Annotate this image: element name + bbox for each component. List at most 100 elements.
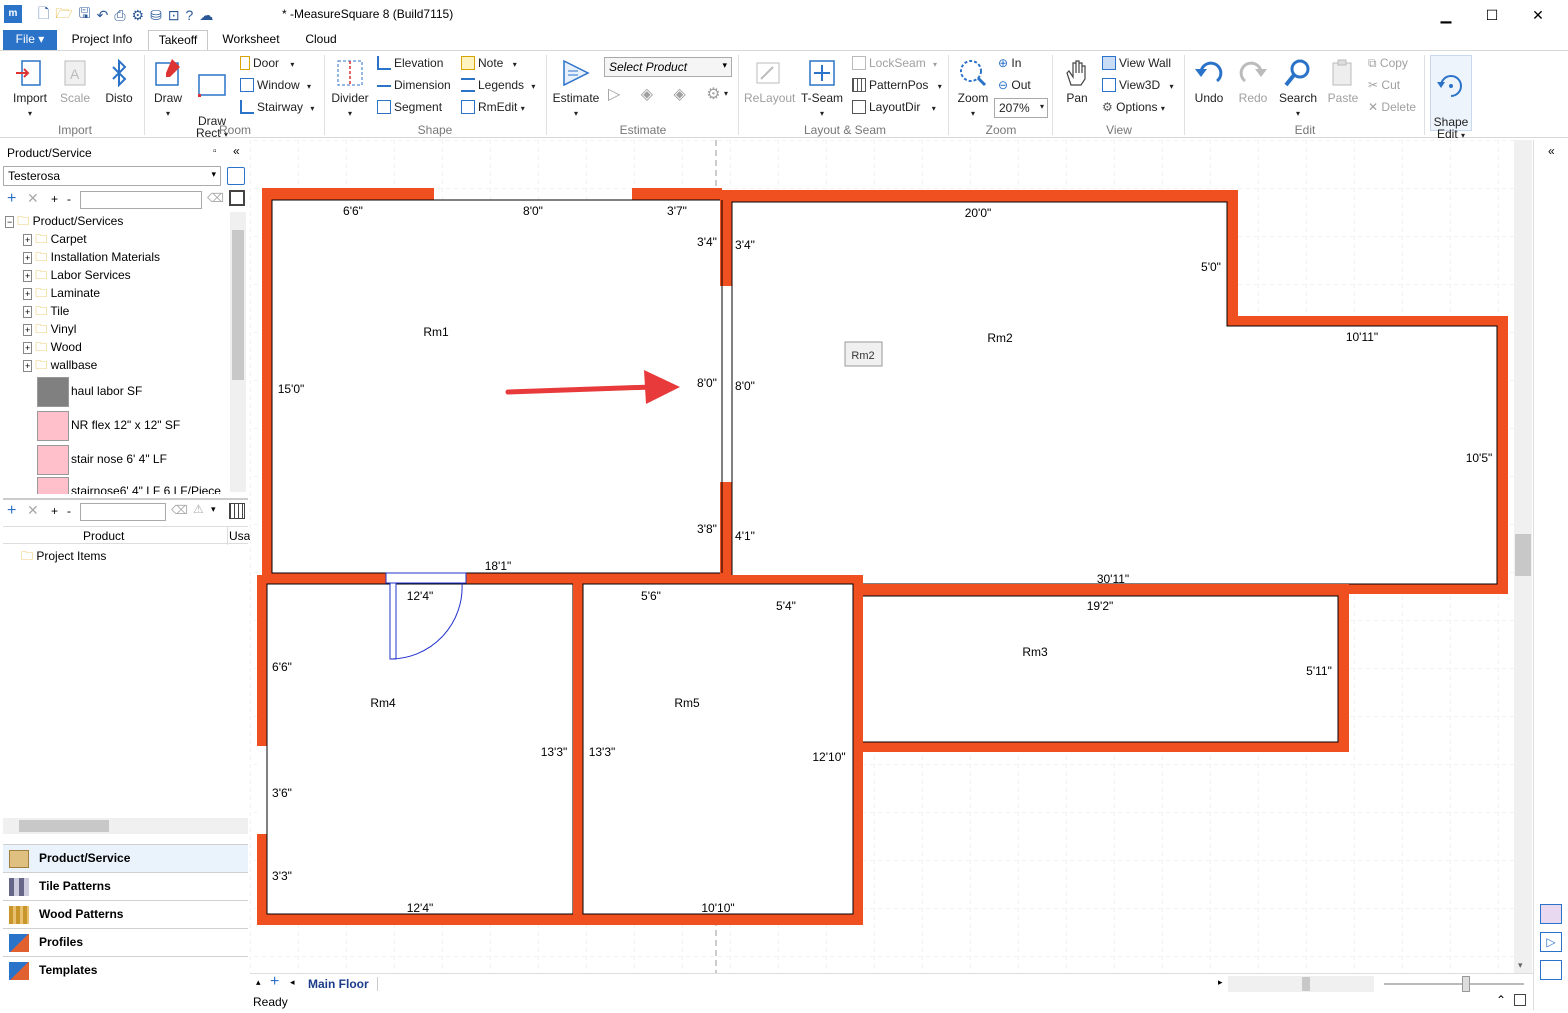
- dimension-label[interactable]: 13'3": [541, 745, 568, 759]
- expand-icon[interactable]: +: [51, 192, 58, 206]
- canvas-vertical-scrollbar[interactable]: ▾: [1514, 140, 1532, 973]
- tree-search-input[interactable]: [80, 191, 202, 209]
- shape-edit-button[interactable]: Shape Edit ▾: [1430, 55, 1472, 140]
- layers-panel-icon[interactable]: [1540, 904, 1562, 924]
- view-wall-button[interactable]: View Wall: [1102, 56, 1171, 70]
- zoom-button[interactable]: Zoom ▾: [954, 57, 992, 119]
- estimate-more-chevron-icon[interactable]: ▾: [724, 89, 728, 98]
- collapse-icon[interactable]: -: [67, 192, 71, 206]
- tab-main-floor[interactable]: Main Floor: [308, 977, 378, 991]
- horizontal-scrollbar[interactable]: [3, 818, 248, 834]
- dimension-label[interactable]: 8'0": [735, 379, 755, 393]
- dimension-button[interactable]: Dimension: [377, 78, 451, 92]
- copy-button[interactable]: ⧉ Copy: [1368, 56, 1408, 71]
- database-icon[interactable]: ⛁: [150, 7, 162, 24]
- tab-horizontal-scrollbar[interactable]: [1228, 976, 1374, 992]
- dimension-label[interactable]: 13'3": [589, 745, 616, 759]
- add-icon[interactable]: +: [7, 502, 16, 520]
- chevron-down-icon[interactable]: ▾: [211, 504, 216, 515]
- clear-search-icon[interactable]: ⌫: [171, 503, 188, 517]
- undo-quick-icon[interactable]: ↶: [97, 7, 109, 24]
- column-header-product[interactable]: Product: [83, 529, 124, 543]
- tree-root[interactable]: − 🗀 Product/Services: [5, 212, 232, 230]
- open-folder-icon[interactable]: 🗁: [55, 3, 72, 27]
- dimension-label[interactable]: 12'10": [812, 750, 845, 764]
- dimension-label[interactable]: 5'6": [641, 589, 661, 603]
- dimension-label[interactable]: 30'11": [1097, 572, 1129, 586]
- close-button[interactable]: ✕: [1516, 3, 1560, 27]
- window-button[interactable]: Window ▾: [240, 78, 311, 92]
- product-item[interactable]: stairnose6' 4" LF 6 LF/Piece: [5, 476, 232, 494]
- column-header-usage[interactable]: Usa: [229, 529, 250, 543]
- maximize-button[interactable]: ☐: [1470, 3, 1514, 27]
- room-label-rm5[interactable]: Rm5: [674, 696, 700, 710]
- segment-button[interactable]: Segment: [377, 100, 442, 114]
- nav-profiles[interactable]: Profiles: [3, 928, 248, 956]
- elevation-button[interactable]: Elevation: [377, 56, 443, 70]
- dimension-label[interactable]: 5'4": [776, 599, 796, 613]
- help-icon[interactable]: ?: [186, 7, 194, 23]
- catalog-manage-icon[interactable]: [227, 167, 245, 185]
- layoutdir-button[interactable]: LayoutDir ▾: [852, 100, 936, 114]
- nav-tile-patterns[interactable]: Tile Patterns: [3, 872, 248, 900]
- room-label-rm4[interactable]: Rm4: [370, 696, 396, 710]
- dimension-label[interactable]: 15'0": [278, 382, 305, 396]
- panel-collapse-icon[interactable]: «: [233, 144, 240, 158]
- door-button[interactable]: Door ▾: [240, 56, 294, 70]
- lockseam-button[interactable]: LockSeam ▾: [852, 56, 937, 70]
- play-panel-icon[interactable]: ▷: [1540, 932, 1562, 952]
- dimension-label[interactable]: 10'5": [1466, 451, 1493, 465]
- dimension-label[interactable]: 3'4": [697, 235, 717, 249]
- tab-worksheet[interactable]: Worksheet: [214, 30, 288, 50]
- product-item[interactable]: NR flex 12" x 12" SF: [5, 408, 232, 442]
- tree-item-wallbase[interactable]: + 🗀 wallbase: [5, 356, 232, 374]
- view-toggle-icon[interactable]: [229, 190, 245, 206]
- dimension-label[interactable]: 5'11": [1306, 664, 1332, 678]
- dimension-label[interactable]: 19'2": [1087, 599, 1114, 613]
- catalog-dropdown[interactable]: Testerosa ▾: [3, 166, 221, 186]
- dimension-label[interactable]: 3'3": [272, 869, 292, 883]
- delete-button[interactable]: ✕ Delete: [1368, 100, 1416, 114]
- zoom-in-button[interactable]: ⊕ In: [998, 56, 1021, 70]
- paste-button[interactable]: Paste: [1324, 57, 1362, 105]
- floor-up-icon[interactable]: ▴: [256, 977, 261, 988]
- dimension-label[interactable]: 18'1": [485, 559, 512, 573]
- project-search-input[interactable]: [80, 503, 166, 521]
- print-icon[interactable]: ⎙: [114, 7, 125, 24]
- floor-plan-svg[interactable]: Rm2 Rm1 Rm2 Rm3 Rm4 Rm5 6'6" 8'0" 3'7" 3…: [250, 140, 1533, 973]
- zoom-out-button[interactable]: ⊖ Out: [998, 78, 1031, 92]
- scroll-thumb[interactable]: [1302, 977, 1310, 991]
- warning-icon[interactable]: ⚠: [193, 502, 204, 516]
- room-rm4[interactable]: [257, 575, 583, 925]
- search-button[interactable]: Search ▾: [1276, 57, 1320, 119]
- save-icon[interactable]: 🖫: [79, 3, 91, 27]
- view3d-button[interactable]: View3D ▾: [1102, 78, 1174, 92]
- fullscreen-icon[interactable]: [1514, 994, 1526, 1006]
- product-item[interactable]: stair nose 6' 4" LF: [5, 442, 232, 476]
- room-label-rm1[interactable]: Rm1: [423, 325, 449, 339]
- dimension-label[interactable]: 8'0": [697, 376, 717, 390]
- tree-item-wood[interactable]: + 🗀 Wood: [5, 338, 232, 356]
- note-button[interactable]: Note ▾: [461, 56, 517, 70]
- chevron-up-icon[interactable]: ⌃: [1496, 993, 1506, 1007]
- options-button[interactable]: ⚙ Options ▾: [1102, 100, 1165, 114]
- cloud-icon[interactable]: ☁: [199, 7, 213, 24]
- product-item[interactable]: haul labor SF: [5, 374, 232, 408]
- tree-item-vinyl[interactable]: + 🗀 Vinyl: [5, 320, 232, 338]
- scroll-thumb[interactable]: [232, 230, 244, 380]
- tree-item-labor-services[interactable]: + 🗀 Labor Services: [5, 266, 232, 284]
- tseam-button[interactable]: T-Seam ▾: [800, 57, 844, 119]
- tab-cloud[interactable]: Cloud: [294, 30, 348, 50]
- dimension-label[interactable]: 5'0": [1201, 260, 1221, 274]
- room-label-rm3[interactable]: Rm3: [1022, 645, 1048, 659]
- project-items-row[interactable]: 🗀 Project Items: [21, 547, 106, 568]
- dimension-label[interactable]: 10'10": [701, 901, 734, 915]
- scroll-thumb[interactable]: [1515, 534, 1531, 576]
- estimate-button[interactable]: Estimate ▾: [552, 57, 600, 119]
- tree-item-tile[interactable]: + 🗀 Tile: [5, 302, 232, 320]
- tree-item-installation-materials[interactable]: + 🗀 Installation Materials: [5, 248, 232, 266]
- clear-search-icon[interactable]: ⌫: [207, 191, 224, 205]
- zoom-slider-track[interactable]: [1384, 983, 1524, 985]
- minimize-button[interactable]: ▁: [1424, 3, 1468, 27]
- new-file-icon[interactable]: 🗋: [38, 3, 49, 27]
